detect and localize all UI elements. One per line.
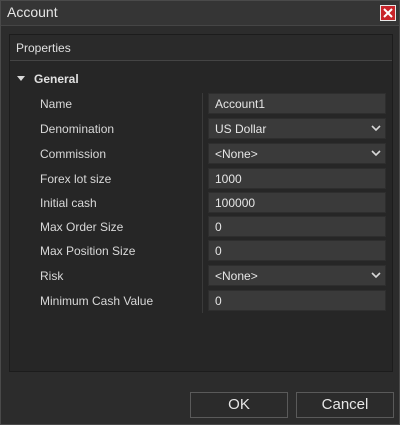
property-row-denomination: Denomination US Dollar <box>10 118 392 140</box>
name-input[interactable]: Account1 <box>208 93 386 114</box>
triangle-down-icon[interactable] <box>16 75 26 83</box>
account-dialog: Account Properties General Name Account1… <box>0 0 400 425</box>
property-label: Denomination <box>40 122 115 136</box>
window-title: Account <box>7 4 58 20</box>
property-label: Risk <box>40 269 64 283</box>
minimum-cash-value-input[interactable]: 0 <box>208 290 386 311</box>
max-order-size-input[interactable]: 0 <box>208 216 386 237</box>
panel-header: Properties <box>10 35 392 61</box>
field-value: 0 <box>215 294 222 308</box>
property-row-max-order-size: Max Order Size 0 <box>10 216 392 238</box>
properties-panel: Properties General Name Account1 Denomin… <box>9 34 393 372</box>
property-row-max-position-size: Max Position Size 0 <box>10 240 392 262</box>
property-row-initial-cash: Initial cash 100000 <box>10 192 392 214</box>
property-row-commission: Commission <None> <box>10 143 392 165</box>
property-row-risk: Risk <None> <box>10 265 392 287</box>
close-icon <box>383 8 393 18</box>
field-value: 100000 <box>215 196 256 210</box>
property-label: Name <box>40 97 73 111</box>
initial-cash-input[interactable]: 100000 <box>208 192 386 213</box>
field-value: 0 <box>215 220 222 234</box>
field-value: US Dollar <box>215 122 267 136</box>
chevron-down-icon <box>371 272 381 279</box>
property-label: Max Order Size <box>40 220 124 234</box>
commission-select[interactable]: <None> <box>208 143 386 164</box>
panel-header-label: Properties <box>16 41 71 55</box>
close-button[interactable] <box>380 5 396 21</box>
field-value: 0 <box>215 244 222 258</box>
ok-button[interactable]: OK <box>190 392 288 418</box>
max-position-size-input[interactable]: 0 <box>208 240 386 261</box>
cancel-button[interactable]: Cancel <box>296 392 394 418</box>
risk-select[interactable]: <None> <box>208 265 386 286</box>
property-label: Initial cash <box>40 196 97 210</box>
field-value: 1000 <box>215 172 242 186</box>
property-label: Commission <box>40 147 107 161</box>
property-row-name: Name Account1 <box>10 93 392 115</box>
forex-lot-size-input[interactable]: 1000 <box>208 168 386 189</box>
group-label: General <box>34 72 79 86</box>
field-value: <None> <box>215 269 258 283</box>
property-label: Minimum Cash Value <box>40 294 154 308</box>
title-bar: Account <box>1 1 399 26</box>
property-label: Forex lot size <box>40 172 112 186</box>
property-label: Max Position Size <box>40 244 136 258</box>
field-value: Account1 <box>215 97 266 111</box>
field-value: <None> <box>215 147 258 161</box>
denomination-select[interactable]: US Dollar <box>208 118 386 139</box>
property-row-minimum-cash-value: Minimum Cash Value 0 <box>10 290 392 312</box>
chevron-down-icon <box>371 150 381 157</box>
group-general[interactable]: General <box>10 70 392 90</box>
chevron-down-icon <box>371 125 381 132</box>
property-row-forex-lot-size: Forex lot size 1000 <box>10 168 392 190</box>
